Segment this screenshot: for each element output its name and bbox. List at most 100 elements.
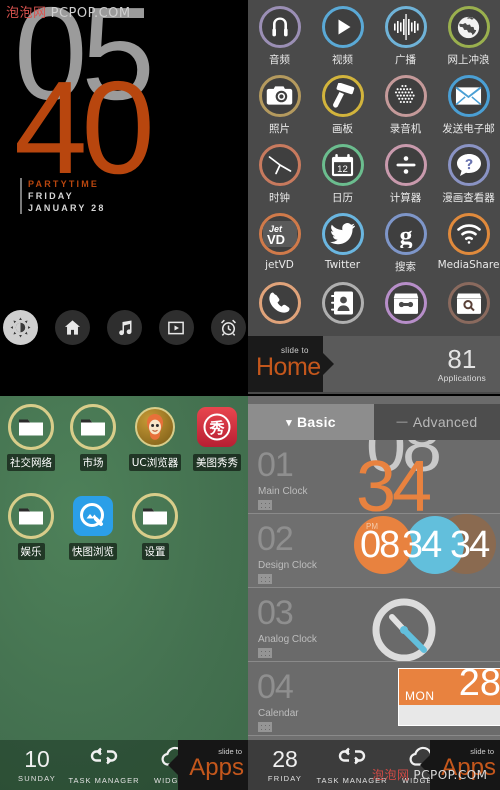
google-g-icon: g	[384, 213, 427, 255]
app-cell-搜索[interactable]: g 搜索	[374, 213, 437, 274]
home-icon-grid: 社交网络 市场 UC浏览器秀美图秀秀 娱乐 快图浏览 设置	[0, 404, 248, 560]
slide-to-home-label: Home	[256, 353, 321, 381]
preview-design-minutes: 34	[402, 524, 442, 566]
dock-task-manager-button[interactable]: TASK MANAGER	[66, 746, 142, 785]
video-icon	[167, 319, 185, 337]
dock-task-manager-label-2: TASK MANAGER	[316, 775, 388, 785]
widget-row-name: Main Clock	[258, 486, 308, 497]
home-icon-label: 设置	[141, 543, 169, 560]
slide-to-apps-label-widgets: Apps	[441, 754, 496, 781]
app-cell-查找[interactable]: 查找	[437, 282, 500, 324]
widget-size-icon	[258, 648, 272, 658]
app-label: 视频	[332, 54, 353, 66]
widget-row-main-clock[interactable]: 01 Main Clock 08 34	[248, 440, 500, 514]
folder-娱乐[interactable]: 娱乐	[0, 493, 62, 560]
envelope-icon	[447, 75, 490, 117]
widgets-bottom-dock: 28 FRIDAY TASK MANAGER WIDGETS slide to …	[248, 740, 500, 790]
app-label: 画板	[332, 123, 353, 135]
widget-preview-main-clock: 08 34	[348, 440, 500, 514]
app-label: 录音机	[389, 123, 422, 135]
widget-preview-design-clock: PM 08 34 34	[348, 514, 500, 587]
widget-row-analog-clock[interactable]: 03 Analog Clock	[248, 588, 500, 662]
app-cell-信息[interactable]: 信息	[374, 282, 437, 324]
svg-text:g: g	[399, 221, 412, 248]
dock-task-manager-button-2[interactable]: TASK MANAGER	[314, 746, 390, 785]
app-label: 计算器	[389, 192, 422, 204]
app-cell-计算器[interactable]: 计算器	[374, 144, 437, 205]
microphone-grille-icon	[384, 75, 427, 117]
folder-社交网络[interactable]: 社交网络	[0, 404, 62, 471]
app-label: 网上冲浪	[447, 54, 490, 66]
chevron-down-icon: ▾	[286, 416, 292, 429]
app-cell-漫画查看器[interactable]: 漫画查看器	[437, 144, 500, 205]
app-cell-联系人[interactable]: 联系人	[311, 282, 374, 324]
preview-main-clock-minutes: 34	[356, 447, 432, 514]
widget-size-icon	[258, 500, 272, 510]
app-grid: 音频 视频 广播 网上冲浪照片 画板 录音机 发送电子邮时钟 12 日历 计算器 漫画查看器 Jet V…	[248, 0, 500, 324]
app-cell-画板[interactable]: 画板	[311, 75, 374, 136]
quickpic-icon	[70, 493, 116, 539]
app-label: Twitter	[324, 259, 361, 271]
app-cell-录音机[interactable]: 录音机	[374, 75, 437, 136]
widget-row-calendar[interactable]: 04 Calendar MON 28	[248, 662, 500, 736]
app-cell-MediaShare[interactable]: MediaShare	[437, 213, 500, 274]
meitu-icon: 秀	[194, 404, 240, 450]
widget-row-name: Analog Clock	[258, 634, 317, 645]
slide-to-home-button[interactable]: slide to Home	[248, 336, 334, 392]
lockscreen-clock: 05 40 PARTYTIME FRIDAY JANUARY 28	[0, 0, 248, 240]
dock-alarm-button[interactable]	[210, 310, 246, 345]
app-cell-时钟[interactable]: 时钟	[248, 144, 311, 205]
app-cell-日历[interactable]: 12 日历	[311, 144, 374, 205]
dock-task-manager-label: TASK MANAGER	[68, 775, 140, 785]
app-label: 时钟	[269, 192, 290, 204]
tab-basic[interactable]: ▾ Basic	[248, 404, 374, 440]
dock-date-widget[interactable]: 10 SUNDAY	[8, 747, 66, 783]
home-icon-label: 娱乐	[17, 543, 45, 560]
preview-calendar-weekday: MON	[405, 689, 435, 703]
widget-row-design-clock[interactable]: 02 Design Clock PM 08 34 34	[248, 514, 500, 588]
app-cell-广播[interactable]: 广播	[374, 6, 437, 67]
lockscreen-dock	[0, 310, 248, 345]
app-label: 音频	[269, 54, 290, 66]
app-cell-发送电子邮[interactable]: 发送电子邮	[437, 75, 500, 136]
app-美图秀秀[interactable]: 秀美图秀秀	[186, 404, 248, 471]
dock-video-button[interactable]	[158, 310, 194, 345]
widget-row-name: Design Clock	[258, 560, 317, 571]
phone-icon	[258, 282, 301, 324]
folder-icon	[8, 404, 54, 450]
svg-text:秀: 秀	[208, 419, 225, 437]
app-UC浏览器[interactable]: UC浏览器	[124, 404, 186, 471]
preview-design-hours: 08	[360, 524, 400, 566]
wifi-icon	[447, 213, 490, 255]
app-cell-jetVD[interactable]: Jet VD jetVD	[248, 213, 311, 274]
app-快图浏览[interactable]: 快图浏览	[62, 493, 124, 560]
app-label: 搜索	[395, 261, 416, 273]
app-cell-网上冲浪[interactable]: 网上冲浪	[437, 6, 500, 67]
widget-row-name: Calendar	[258, 708, 299, 719]
tab-advanced[interactable]: — Advanced	[374, 404, 500, 440]
app-cell-视频[interactable]: 视频	[311, 6, 374, 67]
widget-list[interactable]: 01 Main Clock 08 34 02 Design Clock PM 0…	[248, 440, 500, 790]
dock-home-button[interactable]	[54, 310, 90, 345]
application-count: 81 Applications	[438, 346, 486, 383]
clock-day: FRIDAY	[28, 191, 74, 202]
folder-设置[interactable]: 设置	[124, 493, 186, 560]
dock-music-button[interactable]	[106, 310, 142, 345]
slide-to-apps-button-home[interactable]: slide to Apps	[168, 740, 248, 790]
app-cell-电话[interactable]: 电话	[248, 282, 311, 324]
app-cell-音频[interactable]: 音频	[248, 6, 311, 67]
app-cell-Twitter[interactable]: Twitter	[311, 213, 374, 274]
camera-icon	[258, 75, 301, 117]
home-icon-label: 市场	[79, 454, 107, 471]
dock-brightness-button[interactable]	[2, 310, 38, 345]
folder-市场[interactable]: 市场	[62, 404, 124, 471]
lockscreen-panel: 05 40 PARTYTIME FRIDAY JANUARY 28	[0, 0, 248, 394]
play-icon	[321, 6, 364, 48]
home-icon-label: 美图秀秀	[193, 454, 241, 471]
app-label: MediaShare	[437, 259, 500, 271]
minus-icon: —	[396, 416, 408, 428]
dock-date-widget-2[interactable]: 28 FRIDAY	[256, 747, 314, 783]
app-cell-照片[interactable]: 照片	[248, 75, 311, 136]
slide-to-apps-button-widgets[interactable]: slide to Apps	[420, 740, 500, 790]
earphones-icon	[258, 6, 301, 48]
